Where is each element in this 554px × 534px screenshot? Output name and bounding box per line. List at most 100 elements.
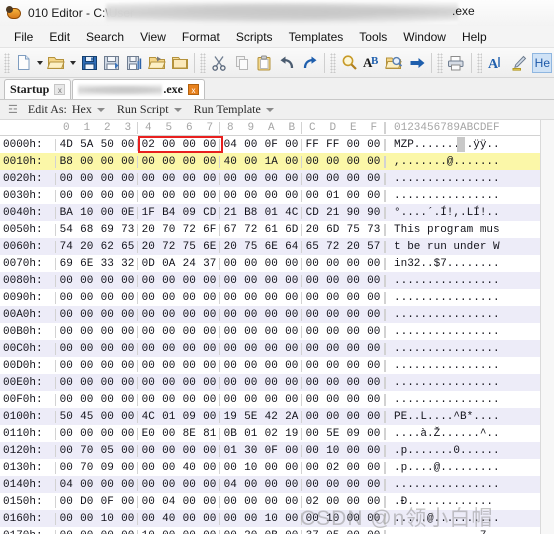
vertical-scroll-gutter[interactable]	[540, 120, 554, 534]
hex-byte[interactable]: 00	[302, 513, 323, 525]
hex-byte[interactable]: 00	[282, 275, 303, 287]
hex-byte[interactable]: 00	[220, 309, 241, 321]
toolbar-grip-3[interactable]	[330, 52, 336, 73]
hex-row[interactable]: 0050h: 54 68 69 73 20 70 72 6F 67 72 61 6D 20 6D 75 73 Th…	[0, 221, 540, 238]
hex-byte[interactable]: 00	[200, 394, 221, 406]
row-hex-bytes[interactable]: 00 00 00 00 00 00 00 00 00 00 00 00 00 00 00 00	[56, 325, 384, 338]
hex-byte[interactable]: 70	[159, 224, 180, 236]
hex-byte[interactable]: 00	[200, 292, 221, 304]
toolbar-grip-5[interactable]	[476, 52, 483, 73]
hex-byte[interactable]: 0D	[138, 258, 159, 270]
hex-byte[interactable]: 00	[159, 377, 180, 389]
hex-byte[interactable]: 00	[282, 190, 303, 202]
row-ascii[interactable]: .....@..........	[384, 512, 540, 525]
hex-row[interactable]: 00B0h: 00 00 00 00 00 00 00 00 00 00 00 00 00 00 00 00..…	[0, 323, 540, 340]
hex-byte[interactable]: 00	[118, 513, 139, 525]
hex-byte[interactable]: 00	[179, 479, 200, 491]
hex-byte[interactable]: 00	[282, 513, 303, 525]
hex-byte[interactable]: 10	[97, 513, 118, 525]
hex-byte[interactable]: 00	[138, 360, 159, 372]
hex-byte[interactable]: 6D	[282, 224, 303, 236]
hex-byte[interactable]: 2A	[282, 411, 303, 423]
hex-byte[interactable]: 00	[77, 343, 98, 355]
hex-byte[interactable]: 00	[282, 530, 303, 534]
hex-byte[interactable]: 00	[323, 326, 344, 338]
hex-byte[interactable]: 00	[220, 326, 241, 338]
hex-byte[interactable]: 00	[56, 428, 77, 440]
hex-byte[interactable]: 00	[261, 275, 282, 287]
hex-byte[interactable]: 00	[56, 309, 77, 321]
hex-byte[interactable]: B4	[159, 207, 180, 219]
hex-row[interactable]: 0100h: 50 45 00 00 4C 01 09 00 19 5E 42 2A 00 00 00 00 PE…	[0, 408, 540, 425]
hex-byte[interactable]: 00	[118, 445, 139, 457]
hex-byte[interactable]: 00	[323, 394, 344, 406]
row-ascii[interactable]: ,.......@.......	[384, 155, 540, 168]
hex-row[interactable]: 0170h:000000001000000000200B0037050000..…	[0, 527, 540, 534]
hex-byte[interactable]: 00	[261, 496, 282, 508]
pin-toolbar-icon[interactable]: ☲	[4, 103, 22, 116]
edit-as-selector[interactable]: Edit As: Hex	[22, 102, 111, 117]
hex-byte[interactable]: 20	[77, 241, 98, 253]
hex-byte[interactable]: 00	[200, 156, 221, 168]
row-hex-bytes[interactable]: 00 00 00 00 00 00 00 00 00 00 00 00 00 00 00 00	[56, 274, 384, 287]
hex-byte[interactable]: 00	[179, 343, 200, 355]
hex-byte[interactable]: 00	[343, 156, 364, 168]
hex-byte[interactable]: 00	[302, 411, 323, 423]
hex-byte[interactable]: 04	[159, 496, 180, 508]
tab-startup[interactable]: Startup x	[4, 79, 72, 99]
hex-byte[interactable]: 6D	[323, 224, 344, 236]
hex-byte[interactable]: 00	[138, 309, 159, 321]
hex-byte[interactable]: 00	[241, 326, 262, 338]
hex-byte[interactable]: 0B	[261, 530, 282, 534]
hex-byte[interactable]: 00	[343, 411, 364, 423]
hex-byte[interactable]: 00	[179, 292, 200, 304]
hex-byte[interactable]: 00	[200, 275, 221, 287]
hex-byte[interactable]: D0	[77, 496, 98, 508]
hex-byte[interactable]: 00	[179, 190, 200, 202]
hex-editor-button[interactable]: He	[531, 52, 553, 73]
hex-byte[interactable]: 00	[159, 530, 180, 534]
paste-icon[interactable]	[253, 51, 276, 75]
hex-byte[interactable]: 00	[364, 258, 385, 270]
row-hex-bytes[interactable]: 04 00 00 00 00 00 00 00 04 00 00 00 00 00 00 00	[56, 478, 384, 491]
hex-byte[interactable]: 00	[138, 445, 159, 457]
goto-arrow-right-icon[interactable]	[406, 51, 429, 75]
new-file-dropdown[interactable]	[34, 51, 44, 75]
hex-byte[interactable]: 00	[97, 530, 118, 534]
folder-icon[interactable]	[168, 51, 191, 75]
hex-byte[interactable]: 72	[179, 224, 200, 236]
hex-byte[interactable]: 00	[200, 445, 221, 457]
hex-byte[interactable]: 00	[241, 513, 262, 525]
hex-byte[interactable]: 42	[261, 411, 282, 423]
row-ascii[interactable]: .p.......0......	[384, 444, 540, 457]
hex-byte[interactable]: 00	[97, 292, 118, 304]
hex-byte[interactable]: 00	[97, 360, 118, 372]
hex-byte[interactable]: 00	[200, 377, 221, 389]
hex-byte[interactable]: 00	[138, 513, 159, 525]
hex-byte[interactable]: 04	[220, 479, 241, 491]
hex-byte[interactable]: 09	[179, 411, 200, 423]
hex-byte[interactable]: 00	[282, 496, 303, 508]
hex-byte[interactable]: 00	[302, 190, 323, 202]
hex-byte[interactable]: 64	[282, 241, 303, 253]
hex-byte[interactable]: 00	[282, 360, 303, 372]
hex-byte[interactable]: 33	[97, 258, 118, 270]
hex-byte[interactable]: 00	[282, 309, 303, 321]
hex-byte[interactable]: 00	[364, 428, 385, 440]
hex-byte[interactable]: 00	[118, 479, 139, 491]
hex-byte[interactable]: 09	[97, 462, 118, 474]
menu-help[interactable]: Help	[454, 28, 495, 46]
hex-byte[interactable]: 05	[97, 445, 118, 457]
menu-tools[interactable]: Tools	[351, 28, 395, 46]
hex-byte[interactable]: 00	[200, 360, 221, 372]
hex-byte[interactable]: 00	[323, 377, 344, 389]
hex-byte[interactable]: 00	[364, 309, 385, 321]
hex-byte[interactable]: 00	[282, 173, 303, 185]
hex-byte[interactable]: 00	[179, 377, 200, 389]
hex-byte[interactable]: 00	[261, 190, 282, 202]
hex-byte[interactable]: 00	[302, 428, 323, 440]
hex-byte[interactable]: 65	[118, 241, 139, 253]
hex-byte[interactable]: 00	[159, 394, 180, 406]
hex-row[interactable]: 0150h: 00 D0 0F 00 00 04 00 00 00 00 00 00 02 00 00 00 .Ð…	[0, 493, 540, 510]
hex-byte[interactable]: 00	[220, 258, 241, 270]
